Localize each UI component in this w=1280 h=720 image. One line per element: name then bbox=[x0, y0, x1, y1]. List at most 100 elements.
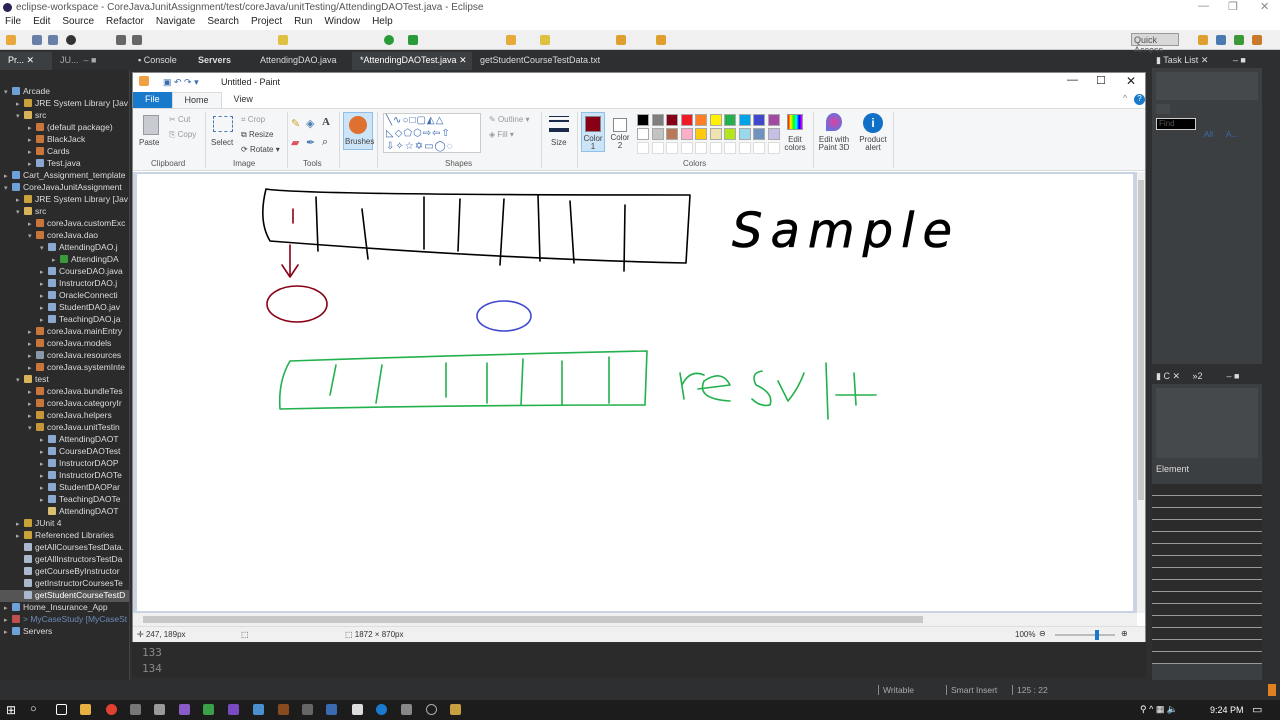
drawing-canvas[interactable]: Sample bbox=[137, 174, 1133, 611]
edit-colors-button[interactable]: Edit colors bbox=[783, 136, 807, 152]
custom-color-slot[interactable] bbox=[695, 142, 707, 154]
menu-help[interactable]: Help bbox=[372, 16, 393, 29]
tree-item[interactable]: ▸ coreJava.systemInte bbox=[0, 362, 129, 374]
menu-edit[interactable]: Edit bbox=[33, 16, 50, 29]
tree-item[interactable]: ▸ Referenced Libraries bbox=[0, 530, 129, 542]
tree-item[interactable]: ▸ Home_Insurance_App bbox=[0, 602, 129, 614]
info-icon[interactable]: i bbox=[863, 113, 883, 133]
filter-all-link[interactable]: All bbox=[1204, 130, 1213, 139]
tree-item[interactable]: ▸ InstructorDAOTe bbox=[0, 470, 129, 482]
app-icon[interactable] bbox=[302, 704, 313, 715]
expand-arrow-icon[interactable]: ▾ bbox=[4, 184, 12, 192]
app-icon[interactable] bbox=[326, 704, 337, 715]
palette-swatch[interactable] bbox=[738, 128, 751, 140]
suspend-icon[interactable] bbox=[132, 35, 142, 45]
zoom-slider[interactable] bbox=[1055, 634, 1115, 636]
palette-swatch[interactable] bbox=[767, 128, 780, 140]
expand-arrow-icon[interactable]: ▸ bbox=[16, 196, 24, 204]
palette-swatch[interactable] bbox=[753, 114, 765, 126]
tab-attendingdao[interactable]: AttendingDAO.java bbox=[252, 52, 352, 70]
expand-arrow-icon[interactable]: ▾ bbox=[40, 244, 48, 252]
paint-minimize-button[interactable]: — bbox=[1067, 74, 1078, 86]
tree-item[interactable]: ▸ coreJava.customExc bbox=[0, 218, 129, 230]
save-icon[interactable] bbox=[32, 35, 42, 45]
collapse-ribbon-icon[interactable]: ^ bbox=[1123, 93, 1127, 103]
tree-item[interactable]: ▸ StudentDAOPar bbox=[0, 482, 129, 494]
palette-swatch[interactable] bbox=[637, 114, 649, 126]
tree-item[interactable]: ▸ CourseDAO.java bbox=[0, 266, 129, 278]
run-config-icon[interactable] bbox=[408, 35, 418, 45]
palette-swatch[interactable] bbox=[709, 114, 722, 126]
cut-button[interactable]: ✂ Cut bbox=[169, 115, 190, 124]
tree-item[interactable]: ▸ Cards bbox=[0, 146, 129, 158]
expand-arrow-icon[interactable]: ▾ bbox=[28, 232, 36, 240]
app-icon[interactable] bbox=[130, 704, 141, 715]
tree-item[interactable]: ▸ Servers bbox=[0, 626, 129, 638]
tray-icons[interactable]: ⚲ ^ ▦ 🔈 bbox=[1140, 704, 1178, 715]
rotate-button[interactable]: ⟳ Rotate ▾ bbox=[241, 145, 280, 154]
tree-item[interactable]: ▸ StudentDAO.jav bbox=[0, 302, 129, 314]
paint-maximize-button[interactable]: ☐ bbox=[1096, 74, 1106, 87]
expand-arrow-icon[interactable]: ▾ bbox=[16, 208, 24, 216]
expand-arrow-icon[interactable]: ▸ bbox=[40, 472, 48, 480]
palette-swatch[interactable] bbox=[666, 128, 678, 140]
start-button[interactable]: ⊞ bbox=[6, 703, 16, 717]
tree-item[interactable]: ▸ coreJava.helpers bbox=[0, 410, 129, 422]
menu-project[interactable]: Project bbox=[251, 16, 282, 29]
tree-item[interactable]: ▸ BlackJack bbox=[0, 134, 129, 146]
clock[interactable]: 9:24 PM bbox=[1210, 705, 1244, 715]
tree-item[interactable]: ▸ > MyCaseStudy [MyCaseSt bbox=[0, 614, 129, 626]
expand-arrow-icon[interactable]: ▸ bbox=[40, 292, 48, 300]
app-icon[interactable] bbox=[154, 704, 165, 715]
palette-swatch[interactable] bbox=[767, 114, 780, 126]
palette-swatch[interactable] bbox=[753, 128, 765, 140]
palette-swatch[interactable] bbox=[651, 114, 664, 126]
palette-swatch[interactable] bbox=[738, 114, 751, 126]
app-icon[interactable] bbox=[352, 704, 363, 715]
quick-access-toolbar-icons[interactable]: ▣ ↶ ↷ ▾ bbox=[163, 77, 199, 88]
expand-arrow-icon[interactable]: ▸ bbox=[40, 448, 48, 456]
expand-arrow-icon[interactable]: ▾ bbox=[28, 424, 36, 432]
tree-item[interactable]: ▸ coreJava.resources bbox=[0, 350, 129, 362]
expand-arrow-icon[interactable]: ▸ bbox=[4, 628, 12, 636]
expand-arrow-icon[interactable]: ▸ bbox=[16, 520, 24, 528]
outline-toolbar[interactable] bbox=[1156, 388, 1258, 458]
tree-item[interactable]: getAllCoursesTestData. bbox=[0, 542, 129, 554]
menu-window[interactable]: Window bbox=[324, 16, 360, 29]
expand-arrow-icon[interactable]: ▸ bbox=[40, 484, 48, 492]
minimize-button[interactable]: — bbox=[1198, 0, 1209, 12]
expand-arrow-icon[interactable]: ▾ bbox=[4, 88, 12, 96]
tree-item[interactable]: ▸ coreJava.bundleTes bbox=[0, 386, 129, 398]
tab-console[interactable]: ▪ Console bbox=[130, 52, 190, 70]
color-picker-icon[interactable]: ✒ bbox=[306, 136, 315, 149]
tree-item[interactable]: getCourseByInstructor bbox=[0, 566, 129, 578]
fill-button[interactable]: ◈ Fill ▾ bbox=[489, 130, 514, 139]
palette-swatch[interactable] bbox=[695, 128, 707, 140]
paint3d-icon[interactable] bbox=[826, 113, 842, 131]
explorer-icon[interactable] bbox=[80, 704, 91, 715]
pencil-tool-icon[interactable]: ✎ bbox=[291, 117, 300, 130]
palette-swatch[interactable] bbox=[724, 114, 736, 126]
expand-arrow-icon[interactable]: ▸ bbox=[28, 364, 36, 372]
search-button[interactable]: ○ bbox=[30, 703, 37, 715]
filter-a-link[interactable]: A... bbox=[1226, 130, 1238, 139]
twitch-icon[interactable] bbox=[228, 704, 239, 715]
run-icon[interactable] bbox=[384, 35, 394, 45]
size-button[interactable]: Size bbox=[551, 138, 567, 147]
size-icon[interactable] bbox=[549, 116, 569, 132]
shapes-gallery[interactable]: ╲∿○□▢◭△ ◺◇⬠⬡⇨⇦⇧ ⇩✧☆✡▭◯◌ bbox=[383, 113, 481, 153]
edit-with-paint3d-button[interactable]: Edit with Paint 3D bbox=[817, 136, 851, 152]
debug-icon[interactable] bbox=[66, 35, 76, 45]
tree-item[interactable]: ▸ coreJava.models bbox=[0, 338, 129, 350]
paint-taskbar-icon[interactable] bbox=[450, 704, 461, 715]
tree-item[interactable]: getAllInstructorsTestDa bbox=[0, 554, 129, 566]
outline-list[interactable] bbox=[1152, 484, 1262, 664]
resume-icon[interactable] bbox=[116, 35, 126, 45]
tree-item[interactable]: ▸ coreJava.mainEntry bbox=[0, 326, 129, 338]
quick-access-input[interactable]: Quick Access bbox=[1131, 33, 1179, 55]
menu-file[interactable]: File bbox=[5, 16, 21, 29]
expand-arrow-icon[interactable]: ▸ bbox=[40, 304, 48, 312]
expand-arrow-icon[interactable]: ▸ bbox=[40, 496, 48, 504]
menu-source[interactable]: Source bbox=[62, 16, 94, 29]
tree-item[interactable]: ▸ InstructorDAOP bbox=[0, 458, 129, 470]
